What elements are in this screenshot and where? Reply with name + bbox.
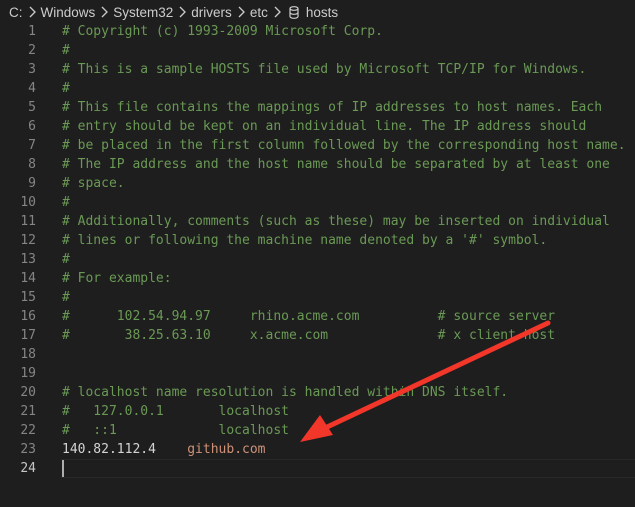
comment-text: # be placed in the first column followed…	[62, 138, 626, 153]
code-line[interactable]: 6 # entry should be kept on an individual…	[0, 117, 635, 136]
current-line-highlight	[61, 459, 635, 478]
line-number: 18	[20, 347, 36, 362]
comment-text: # This file contains the mappings of IP …	[62, 100, 603, 115]
breadcrumb-item-system32[interactable]: System32	[113, 5, 173, 20]
line-number: 20	[20, 385, 36, 400]
chevron-right-icon	[98, 5, 110, 19]
comment-text: #	[62, 290, 70, 305]
comment-text: # This is a sample HOSTS file used by Mi…	[62, 62, 587, 77]
line-number: 17	[20, 328, 36, 343]
line-number: 24	[20, 461, 36, 476]
code-line[interactable]: 8 # The IP address and the host name shou…	[0, 155, 635, 174]
line-number: 8	[28, 157, 36, 172]
code-line[interactable]: 12 # lines or following the machine name …	[0, 231, 635, 250]
entry-spacing	[156, 442, 187, 457]
comment-text: # 38.25.63.10 x.acme.com # x client host	[62, 328, 556, 343]
code-line[interactable]: 16 # 102.54.94.97 rhino.acme.com # source…	[0, 307, 635, 326]
hosts-entry: 140.82.112.4 github.com	[62, 440, 266, 459]
code-line[interactable]: 11 # Additionally, comments (such as thes…	[0, 212, 635, 231]
text-cursor	[62, 460, 64, 477]
code-line[interactable]: 22 # ::1 localhost	[0, 421, 635, 440]
line-number: 12	[20, 233, 36, 248]
comment-text: # Additionally, comments (such as these)…	[62, 214, 610, 229]
chevron-right-icon	[26, 5, 38, 19]
comment-text: #	[62, 81, 70, 96]
line-number: 11	[20, 214, 36, 229]
breadcrumb: C: Windows System32 drivers etc hosts	[0, 0, 635, 24]
breadcrumb-item-windows[interactable]: Windows	[41, 5, 96, 20]
entry-hostname: github.com	[187, 442, 266, 457]
code-line[interactable]: 14 # For example:	[0, 269, 635, 288]
line-number: 19	[20, 366, 36, 381]
comment-text: # 102.54.94.97 rhino.acme.com # source s…	[62, 309, 556, 324]
comment-text: # ::1 localhost	[62, 423, 289, 438]
code-line[interactable]: 13 #	[0, 250, 635, 269]
comment-text: # lines or following the machine name de…	[62, 233, 548, 248]
line-number: 2	[28, 43, 36, 58]
chevron-right-icon	[176, 5, 188, 19]
line-number: 6	[28, 119, 36, 134]
comment-text: #	[62, 195, 70, 210]
code-line[interactable]: 20 # localhost name resolution is handled…	[0, 383, 635, 402]
code-line[interactable]: 4 #	[0, 79, 635, 98]
line-number: 9	[28, 176, 36, 191]
breadcrumb-item-drive[interactable]: C:	[9, 5, 23, 20]
line-number: 4	[28, 81, 36, 96]
code-line[interactable]: 19	[0, 364, 635, 383]
code-line[interactable]: 17 # 38.25.63.10 x.acme.com # x client ho…	[0, 326, 635, 345]
database-icon	[288, 5, 300, 19]
current-line[interactable]: 24	[0, 459, 635, 478]
code-line[interactable]: 21 # 127.0.0.1 localhost	[0, 402, 635, 421]
line-number: 7	[28, 138, 36, 153]
code-line[interactable]: 10 #	[0, 193, 635, 212]
comment-text: # 127.0.0.1 localhost	[62, 404, 289, 419]
entry-ip-address: 140.82.112.4	[62, 442, 156, 457]
line-number: 13	[20, 252, 36, 267]
comment-text: # For example:	[62, 271, 172, 286]
line-number: 16	[20, 309, 36, 324]
line-number: 15	[20, 290, 36, 305]
comment-text: # Copyright (c) 1993-2009 Microsoft Corp…	[62, 24, 383, 39]
code-line[interactable]: 18	[0, 345, 635, 364]
code-line[interactable]: 9 # space.	[0, 174, 635, 193]
code-line[interactable]: 1 # Copyright (c) 1993-2009 Microsoft Cor…	[0, 22, 635, 41]
line-number: 21	[20, 404, 36, 419]
chevron-right-icon	[271, 5, 283, 19]
line-number: 10	[20, 195, 36, 210]
comment-text: #	[62, 43, 70, 58]
comment-text: # entry should be kept on an individual …	[62, 119, 587, 134]
line-number: 1	[28, 24, 36, 39]
line-number: 23	[20, 442, 36, 457]
comment-text: # The IP address and the host name shoul…	[62, 157, 610, 172]
chevron-right-icon	[235, 5, 247, 19]
code-line[interactable]: 7 # be placed in the first column followe…	[0, 136, 635, 155]
comment-text: #	[62, 252, 70, 267]
code-line[interactable]: 5 # This file contains the mappings of IP…	[0, 98, 635, 117]
comment-text: # localhost name resolution is handled w…	[62, 385, 509, 400]
comment-text: # space.	[62, 176, 125, 191]
line-number: 5	[28, 100, 36, 115]
line-number: 3	[28, 62, 36, 77]
code-line[interactable]: 2 #	[0, 41, 635, 60]
breadcrumb-item-etc[interactable]: etc	[250, 5, 268, 20]
line-number: 14	[20, 271, 36, 286]
code-line[interactable]: 3 # This is a sample HOSTS file used by M…	[0, 60, 635, 79]
line-number: 22	[20, 423, 36, 438]
code-editor[interactable]: 1 # Copyright (c) 1993-2009 Microsoft Cor…	[0, 22, 635, 507]
code-line[interactable]: 15 #	[0, 288, 635, 307]
breadcrumb-item-drivers[interactable]: drivers	[191, 5, 232, 20]
breadcrumb-file-hosts[interactable]: hosts	[306, 5, 338, 20]
hosts-entry-line[interactable]: 23 140.82.112.4 github.com	[0, 440, 635, 459]
